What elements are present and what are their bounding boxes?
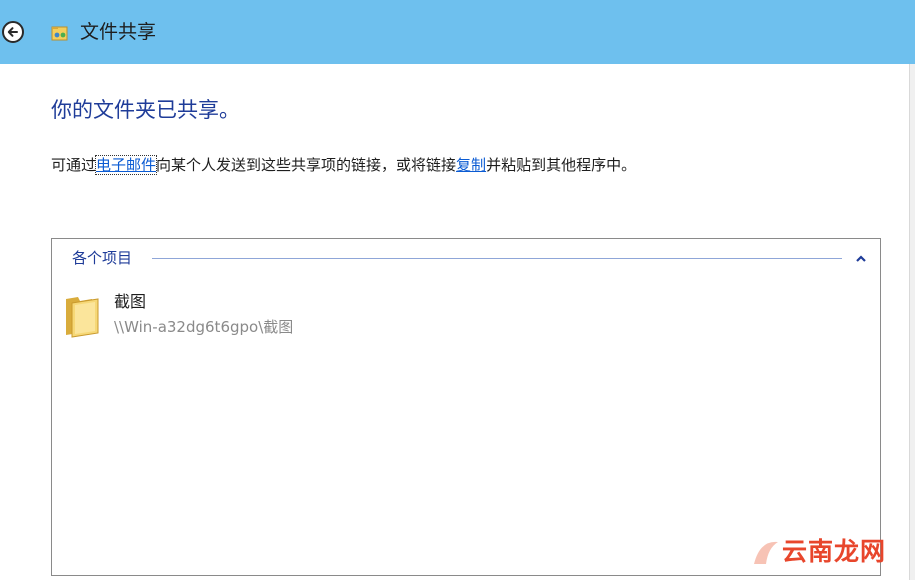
- shared-item-row[interactable]: 截图 \\Win-a32dg6t6gpo\截图: [60, 289, 460, 343]
- collapse-group-button[interactable]: [854, 248, 868, 268]
- title-bar: 文件共享: [0, 0, 915, 64]
- window-right-edge: [909, 64, 915, 580]
- shared-items-panel: 各个项目 截图 \\Win-a32dg6t6gpo\截图: [51, 238, 881, 576]
- group-divider-line: [152, 258, 842, 259]
- description-text-part3: 并粘贴到其他程序中。: [486, 156, 637, 174]
- items-group-header: 各个项目: [72, 248, 872, 268]
- watermark-mark-icon: [754, 541, 778, 564]
- chevron-up-icon: [856, 255, 866, 262]
- page-heading: 你的文件夹已共享。: [51, 98, 240, 122]
- folder-icon: [66, 297, 99, 338]
- window-title: 文件共享: [80, 21, 157, 43]
- description-text-part1: 可通过: [51, 156, 97, 174]
- back-button[interactable]: [2, 21, 24, 43]
- items-group-title: 各个项目: [72, 249, 133, 267]
- watermark-logo: 云南龙网: [750, 534, 885, 572]
- email-link[interactable]: 电子邮件: [95, 155, 158, 175]
- share-description: 可通过电子邮件向某个人发送到这些共享项的链接，或将链接复制并粘贴到其他程序中。: [51, 155, 636, 175]
- back-arrow-icon: [7, 27, 18, 37]
- watermark-text: 云南龙网: [782, 537, 887, 566]
- shared-item-name: 截图: [114, 292, 147, 311]
- file-sharing-app-icon: [51, 26, 68, 41]
- shared-item-path: \\Win-a32dg6t6gpo\截图: [114, 318, 294, 336]
- description-text-part2: 向某个人发送到这些共享项的链接，或将链接: [156, 156, 457, 174]
- copy-link[interactable]: 复制: [456, 156, 486, 174]
